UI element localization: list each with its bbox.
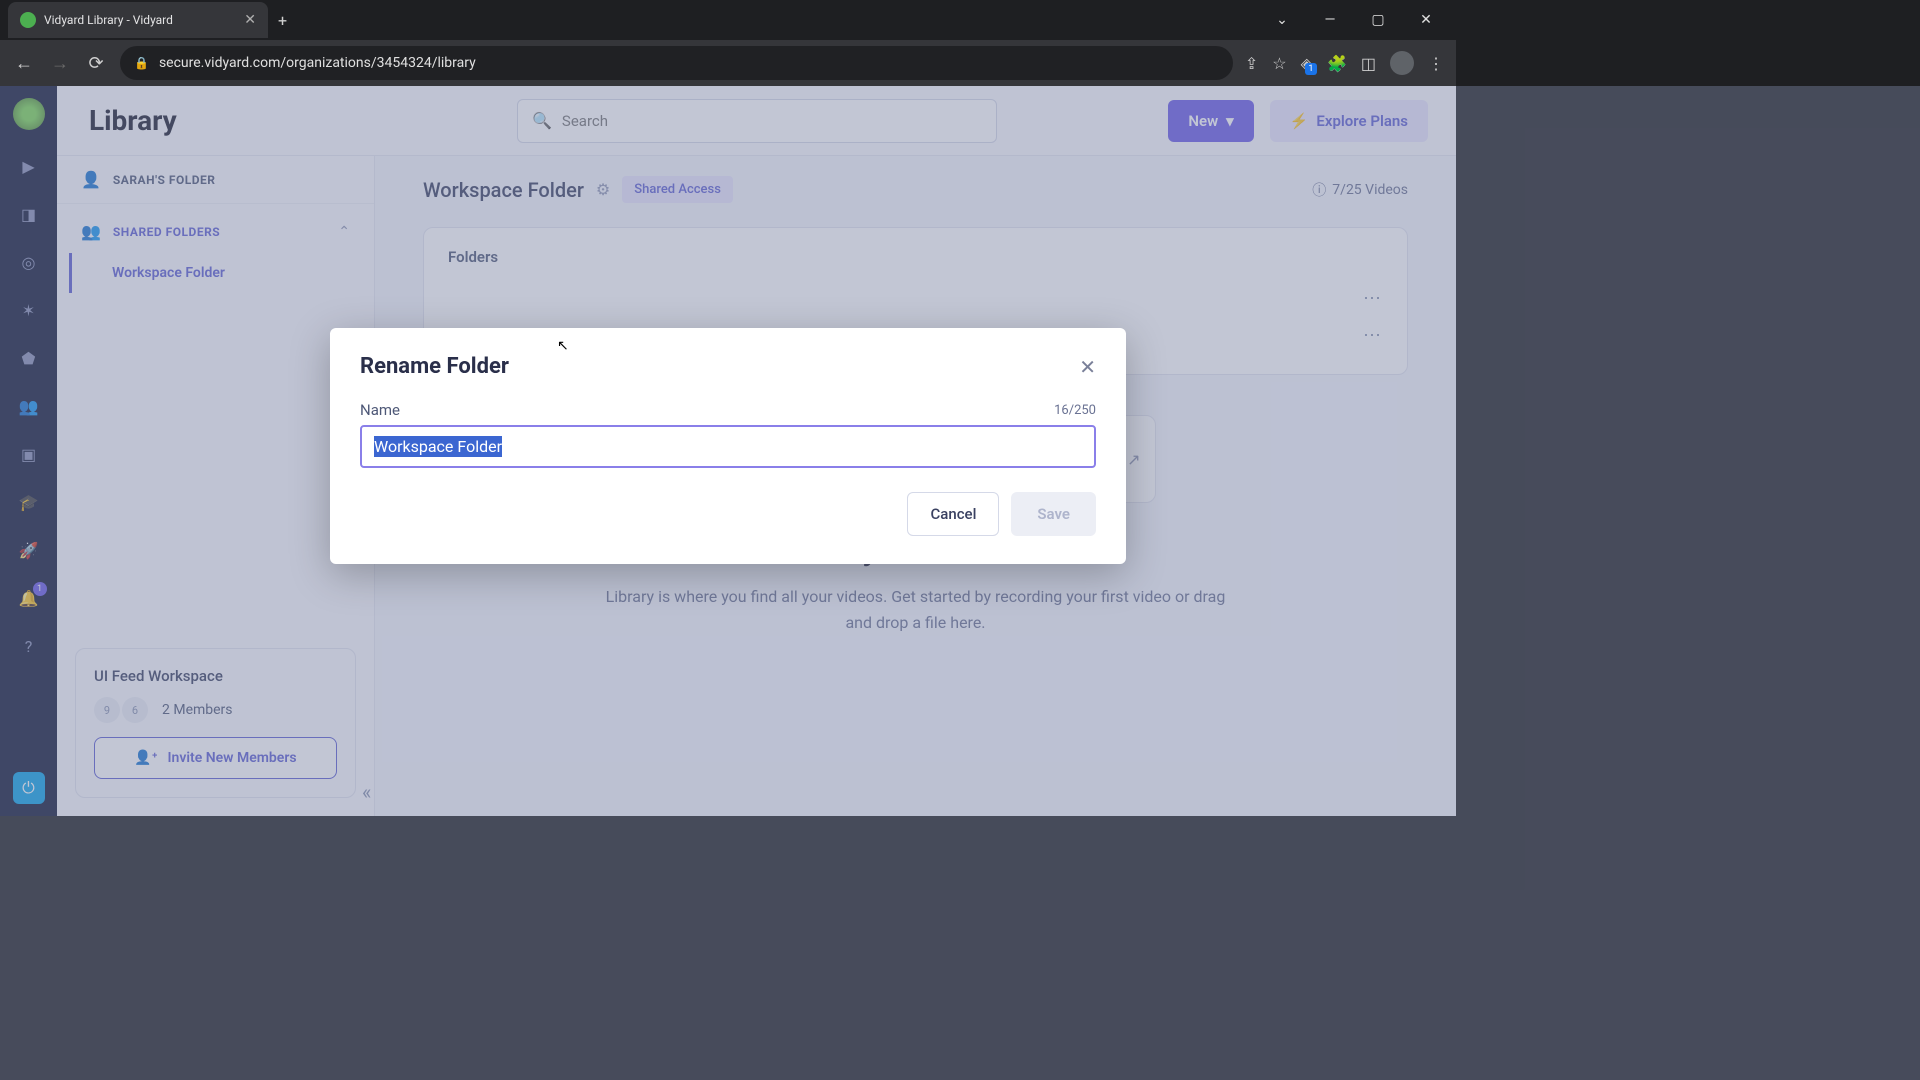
close-icon[interactable]: ✕ (1079, 355, 1096, 379)
tab-favicon (20, 12, 36, 28)
name-input[interactable]: Workspace Folder (360, 425, 1096, 468)
tab-title: Vidyard Library - Vidyard (44, 13, 236, 27)
tab-search-icon[interactable]: ⌄ (1260, 4, 1304, 36)
modal-title: Rename Folder (360, 354, 509, 379)
forward-button: → (48, 51, 72, 75)
profile-avatar[interactable] (1390, 51, 1414, 75)
bookmark-icon[interactable]: ☆ (1272, 54, 1286, 73)
reload-button[interactable]: ⟳ (84, 51, 108, 75)
back-button[interactable]: ← (12, 51, 36, 75)
browser-tabs-bar: Vidyard Library - Vidyard ✕ + ⌄ — ▢ ✕ (0, 0, 1456, 40)
new-tab-button[interactable]: + (278, 11, 287, 30)
name-input-value: Workspace Folder (374, 436, 502, 457)
close-icon[interactable]: ✕ (244, 12, 256, 28)
save-button: Save (1011, 492, 1096, 536)
window-minimize-button[interactable]: — (1308, 4, 1352, 36)
share-icon[interactable]: ⇪ (1245, 54, 1258, 73)
browser-toolbar: ← → ⟳ 🔒 secure.vidyard.com/organizations… (0, 40, 1456, 86)
browser-tab[interactable]: Vidyard Library - Vidyard ✕ (8, 2, 268, 38)
window-close-button[interactable]: ✕ (1404, 4, 1448, 36)
url-text: secure.vidyard.com/organizations/3454324… (159, 55, 476, 71)
side-panel-icon[interactable]: ◫ (1361, 54, 1376, 73)
extension-vidyard-icon[interactable]: ◈ (1301, 54, 1313, 73)
address-bar[interactable]: 🔒 secure.vidyard.com/organizations/34543… (120, 46, 1233, 80)
lock-icon: 🔒 (134, 56, 149, 70)
char-count: 16/250 (1054, 403, 1096, 418)
extensions-icon[interactable]: 🧩 (1327, 54, 1347, 73)
cancel-button[interactable]: Cancel (907, 492, 999, 536)
rename-folder-modal: Rename Folder ✕ Name 16/250 Workspace Fo… (330, 328, 1126, 564)
name-label: Name (360, 401, 400, 419)
modal-overlay[interactable] (0, 86, 1920, 1080)
window-maximize-button[interactable]: ▢ (1356, 4, 1400, 36)
menu-icon[interactable]: ⋮ (1428, 54, 1444, 73)
